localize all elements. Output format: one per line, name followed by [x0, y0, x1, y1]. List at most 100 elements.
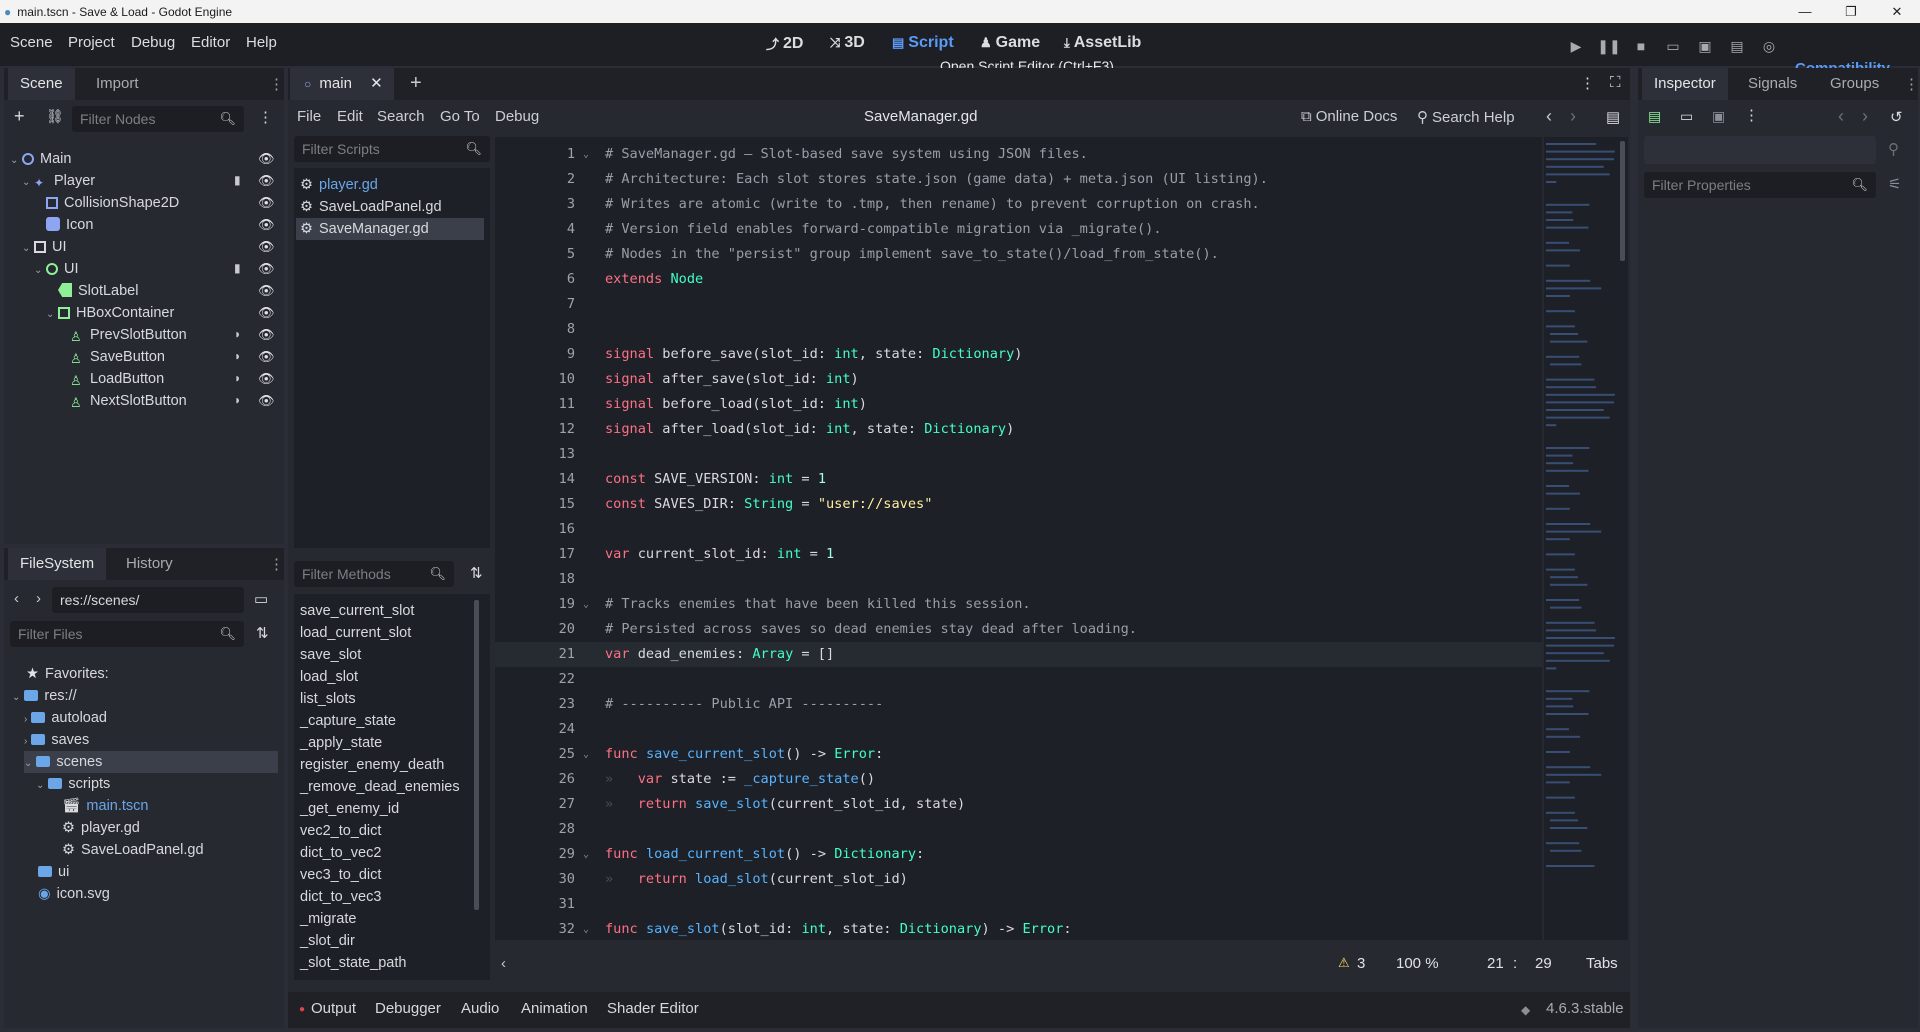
code-line[interactable]: 7 [495, 292, 1542, 317]
code-line[interactable]: 32 ⌄ func save_slot(slot_id: int, state: D… [495, 917, 1542, 940]
tree-node-ui-control[interactable]: ⌄ UI [34, 258, 79, 280]
fs-folder-ui[interactable]: ui [38, 861, 69, 883]
object-info-icon[interactable]: ⚲ [1888, 140, 1899, 158]
remote-debug-icon[interactable]: ▭ [1662, 35, 1684, 57]
method-item[interactable]: dict_to_vec2 [300, 842, 381, 864]
code-line[interactable]: 15 const SAVES_DIR: String = "user://save… [495, 492, 1542, 517]
fs-file-icon-svg[interactable]: ◉ icon.svg [38, 883, 110, 905]
code-line[interactable]: 24 [495, 717, 1542, 742]
method-item[interactable]: load_current_slot [300, 622, 411, 644]
signal-connected-icon[interactable]: ◗ [234, 393, 241, 407]
signal-connected-icon[interactable]: ◗ [234, 349, 241, 363]
menu-editor[interactable]: Editor [191, 34, 230, 51]
add-node-icon[interactable]: + [14, 106, 25, 127]
code-line[interactable]: 31 [495, 892, 1542, 917]
script-menu-file[interactable]: File [297, 108, 321, 125]
editor-menu-icon[interactable]: ⋮ [1580, 74, 1595, 92]
method-list-scrollbar[interactable] [474, 600, 479, 910]
fs-file-saveloadpanel-gd[interactable]: ⚙ SaveLoadPanel.gd [62, 839, 204, 861]
tree-node-loadbutton[interactable]: ♙ LoadButton [70, 368, 164, 390]
code-line[interactable]: 29 ⌄ func load_current_slot() -> Dictionar… [495, 842, 1542, 867]
method-item[interactable]: list_slots [300, 688, 356, 710]
zoom-level[interactable]: 100 % [1396, 955, 1439, 972]
tree-node-ui-layer[interactable]: ⌄ UI [22, 236, 67, 258]
tab-shader-editor[interactable]: Shader Editor [607, 1000, 699, 1017]
filter-methods-input[interactable]: Filter Methods 🔍︎ [294, 561, 454, 587]
code-line[interactable]: 12 signal after_load(slot_id: int, state:… [495, 417, 1542, 442]
filter-properties-input[interactable]: Filter Properties 🔍︎ [1644, 172, 1876, 198]
tree-node-savebutton[interactable]: ♙ SaveButton [70, 346, 165, 368]
code-line[interactable]: 19 ⌄ # Tracks enemies that have been kille… [495, 592, 1542, 617]
visibility-eye-icon[interactable]: 👁︎ [258, 305, 275, 321]
code-line[interactable]: 30 » return load_slot(current_slot_id) [495, 867, 1542, 892]
code-minimap[interactable] [1544, 137, 1628, 940]
code-line[interactable]: 9 signal before_save(slot_id: int, state:… [495, 342, 1542, 367]
code-line[interactable]: 8 [495, 317, 1542, 342]
inspector-menu-icon[interactable]: ⋮ [1744, 106, 1759, 124]
code-line[interactable]: 13 [495, 442, 1542, 467]
close-window-button[interactable]: ✕ [1874, 0, 1920, 23]
back-icon[interactable]: ‹ [14, 590, 19, 607]
inspector-back-icon[interactable]: ‹ [1838, 106, 1844, 127]
new-resource-icon[interactable]: ▤ [1648, 108, 1661, 125]
fs-folder-scripts[interactable]: ⌄ scripts [36, 773, 110, 795]
workspace-2d-button[interactable]: ⤴ 2D [766, 34, 803, 53]
workspace-assetlib-button[interactable]: ⤓ AssetLib [1064, 34, 1141, 52]
fold-chevron-icon[interactable]: ⌄ [583, 917, 589, 940]
tab-signals[interactable]: Signals [1736, 68, 1809, 100]
method-item[interactable]: _capture_state [300, 710, 396, 732]
collapse-panel-icon[interactable]: ‹ [501, 955, 506, 972]
history-forward-icon[interactable]: › [1570, 106, 1576, 127]
menu-scene[interactable]: Scene [10, 34, 53, 51]
sort-icon[interactable]: ⇅ [256, 624, 269, 642]
distraction-free-icon[interactable]: ⛶ [1610, 74, 1621, 91]
method-item[interactable]: _remove_dead_enemies [300, 776, 460, 798]
menu-debug[interactable]: Debug [131, 34, 175, 51]
code-line[interactable]: 6 extends Node [495, 267, 1542, 292]
script-menu-debug[interactable]: Debug [495, 108, 539, 125]
tree-node-hboxcontainer[interactable]: ⌄ HBoxContainer [46, 302, 174, 324]
method-item[interactable]: save_current_slot [300, 600, 414, 622]
method-item[interactable]: _migrate [300, 908, 356, 930]
fs-res-root[interactable]: ⌄ res:// [12, 685, 77, 707]
tab-audio[interactable]: Audio [461, 1000, 499, 1017]
code-line[interactable]: 16 [495, 517, 1542, 542]
split-view-icon[interactable]: ▭ [254, 590, 268, 608]
tree-node-prevslotbutton[interactable]: ♙ PrevSlotButton [70, 324, 187, 346]
script-attached-icon[interactable]: ▮ [234, 261, 241, 275]
search-help-link[interactable]: ⚲ Search Help [1417, 108, 1515, 126]
fold-chevron-icon[interactable]: ⌄ [583, 592, 589, 617]
method-item[interactable]: vec2_to_dict [300, 820, 381, 842]
toggle-scripts-panel-icon[interactable]: ▤ [1606, 108, 1620, 126]
close-tab-icon[interactable]: ✕ [370, 75, 383, 92]
tree-node-player[interactable]: ⌄ ✦ Player [22, 170, 95, 192]
warning-icon[interactable]: ⚠ [1338, 955, 1350, 971]
fold-chevron-icon[interactable]: ⌄ [583, 742, 589, 767]
code-line[interactable]: 2 # Architecture: Each slot stores state.… [495, 167, 1542, 192]
dock-menu-icon[interactable]: ⋮ [269, 75, 284, 93]
code-line[interactable]: 18 [495, 567, 1542, 592]
method-item[interactable]: _apply_state [300, 732, 382, 754]
forward-icon[interactable]: › [36, 590, 41, 607]
code-line[interactable]: 26 » var state := _capture_state() [495, 767, 1542, 792]
tab-filesystem[interactable]: FileSystem [8, 548, 107, 580]
code-editor[interactable]: 1 ⌄ # SaveManager.gd — Slot-based save sys… [495, 137, 1542, 940]
method-item[interactable]: save_slot [300, 644, 361, 666]
workspace-3d-button[interactable]: ⤨ 3D [830, 34, 865, 52]
tab-animation[interactable]: Animation [521, 1000, 588, 1017]
method-item[interactable]: _slot_dir [300, 930, 355, 952]
script-item-saveloadpanel[interactable]: ⚙ SaveLoadPanel.gd [300, 196, 442, 218]
filter-nodes-input[interactable]: Filter Nodes 🔍︎ [72, 106, 244, 132]
online-docs-link[interactable]: ⧉ Online Docs [1301, 108, 1397, 125]
script-attached-icon[interactable]: ▮ [234, 173, 241, 187]
method-item[interactable]: _get_enemy_id [300, 798, 399, 820]
method-item[interactable]: _slot_state_path [300, 952, 406, 974]
fold-chevron-icon[interactable]: ⌄ [583, 842, 589, 867]
filter-scripts-input[interactable]: Filter Scripts 🔍︎ [294, 136, 490, 162]
script-item-savemanager[interactable]: ⚙ SaveManager.gd [296, 218, 484, 240]
property-settings-icon[interactable]: ⚟ [1888, 175, 1901, 193]
fs-folder-autoload[interactable]: › autoload [24, 707, 107, 729]
warning-count[interactable]: 3 [1357, 955, 1365, 972]
object-selector[interactable] [1644, 136, 1876, 164]
code-line[interactable]: 11 signal before_load(slot_id: int) [495, 392, 1542, 417]
